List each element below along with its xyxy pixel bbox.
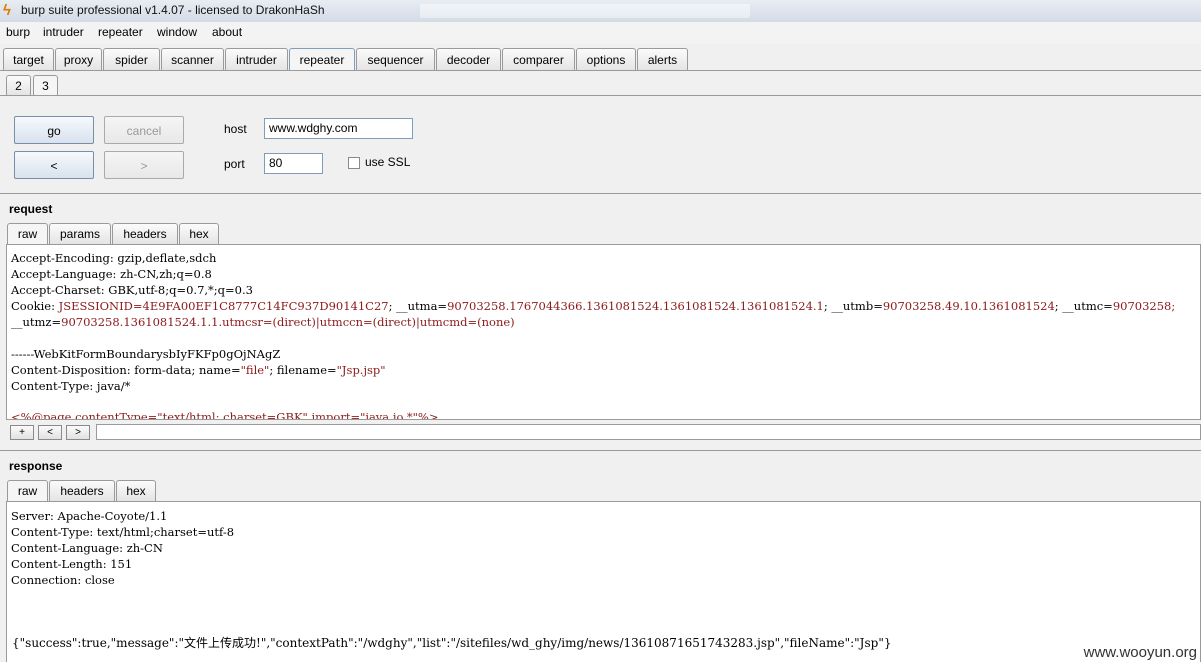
request-tab-hex[interactable]: hex [179,223,219,244]
cookie-sep: ; __utmc= [1054,299,1113,313]
cookie-sep: ; __utma= [388,299,448,313]
repeater-tab-2[interactable]: 2 [6,75,31,95]
disposition-filename: "Jsp.jsp" [336,363,386,377]
request-line: Accept-Charset: GBK,utf-8;q=0.7,*;q=0.3 [11,283,253,297]
section-divider [0,450,1201,451]
tab-comparer[interactable]: comparer [502,48,575,70]
tab-spider[interactable]: spider [103,48,160,70]
request-title: request [9,202,53,216]
response-line: Server: Apache-Coyote/1.1 [11,509,168,523]
menu-intruder[interactable]: intruder [43,25,84,39]
back-button[interactable]: < [14,151,94,179]
port-input[interactable]: 80 [264,153,323,174]
use-ssl-label: use SSL [365,155,411,169]
request-editor[interactable]: Accept-Encoding: gzip,deflate,sdch Accep… [6,244,1201,420]
controls-divider [0,193,1201,194]
title-bar-blur [420,4,750,18]
response-tab-raw[interactable]: raw [7,480,48,501]
response-line: Content-Length: 151 [11,557,133,571]
request-line: ------WebKitFormBoundarysbIyFKFp0gOjNAgZ [11,347,281,361]
request-line: <%@page contentType="text/html; charset=… [11,410,439,420]
request-prev-button[interactable]: < [38,425,62,440]
response-tab-headers[interactable]: headers [49,480,115,501]
disposition-key: Content-Disposition: form-data; name= [11,363,241,377]
request-add-button[interactable]: + [10,425,34,440]
tab-scanner[interactable]: scanner [161,48,224,70]
tab-decoder[interactable]: decoder [436,48,501,70]
cookie-value: JSESSIONID=4E9FA00EF1C8777C14FC937D90141… [58,299,389,313]
tab-options[interactable]: options [576,48,636,70]
response-line: Content-Language: zh-CN [11,541,163,555]
response-line: Content-Type: text/html;charset=utf-8 [11,525,235,539]
menu-bar: burp intruder repeater window about [0,22,1201,44]
response-body: {"success":true,"message":"文件上传成功!","con… [12,636,892,650]
cookie-key: Cookie: [11,299,59,313]
menu-burp[interactable]: burp [6,25,30,39]
response-line: Connection: close [11,573,115,587]
request-cookie-line-2: __utmz=90703258.1361081524.1.1.utmcsr=(d… [11,314,515,330]
disposition-name: "file" [240,363,270,377]
cookie-value: 90703258.49.10.1361081524 [882,299,1055,313]
use-ssl-checkbox[interactable] [348,157,360,169]
response-tab-hex[interactable]: hex [116,480,156,501]
response-title: response [9,459,63,473]
menu-repeater[interactable]: repeater [98,25,143,39]
host-label: host [224,122,247,136]
response-editor[interactable]: Server: Apache-Coyote/1.1 Content-Type: … [6,501,1201,662]
repeater-tab-3[interactable]: 3 [33,75,58,96]
cookie-value: 90703258.1361081524.1.1.utmcsr=(direct)|… [61,315,515,329]
request-tab-headers[interactable]: headers [112,223,178,244]
request-line: Content-Type: java/* [11,379,131,393]
tab-sequencer[interactable]: sequencer [356,48,435,70]
request-disposition-line: Content-Disposition: form-data; name="fi… [11,362,386,378]
request-cookie-line: Cookie: JSESSIONID=4E9FA00EF1C8777C14FC9… [11,298,1175,314]
request-tab-params[interactable]: params [49,223,111,244]
cookie-sep: ; __utmb= [823,299,883,313]
tab-target[interactable]: target [3,48,54,70]
menu-about[interactable]: about [212,25,242,39]
sub-tab-divider [0,95,1201,96]
tab-intruder[interactable]: intruder [225,48,288,70]
watermark: www.wooyun.org [1083,644,1197,661]
burp-logo-icon: ϟ [3,2,11,19]
disposition-sep: ; filename= [269,363,337,377]
menu-window[interactable]: window [157,25,197,39]
main-tab-divider [0,70,1201,71]
tab-repeater[interactable]: repeater [289,48,355,71]
cancel-button[interactable]: cancel [104,116,184,144]
forward-button[interactable]: > [104,151,184,179]
go-button[interactable]: go [14,116,94,144]
host-input[interactable]: www.wdghy.com [264,118,413,139]
window-title: burp suite professional v1.4.07 - licens… [21,3,325,17]
request-search-input[interactable] [96,424,1201,440]
request-line: Accept-Language: zh-CN,zh;q=0.8 [11,267,212,281]
request-tab-raw[interactable]: raw [7,223,48,244]
request-line: Accept-Encoding: gzip,deflate,sdch [11,251,217,265]
tab-alerts[interactable]: alerts [637,48,688,70]
request-next-button[interactable]: > [66,425,90,440]
title-bar: ϟ burp suite professional v1.4.07 - lice… [0,0,1201,23]
cookie-key: __utmz= [11,315,62,329]
port-label: port [224,157,245,171]
cookie-value: 90703258; [1112,299,1176,313]
tab-proxy[interactable]: proxy [55,48,102,70]
cookie-value: 90703258.1767044366.1361081524.136108152… [447,299,824,313]
